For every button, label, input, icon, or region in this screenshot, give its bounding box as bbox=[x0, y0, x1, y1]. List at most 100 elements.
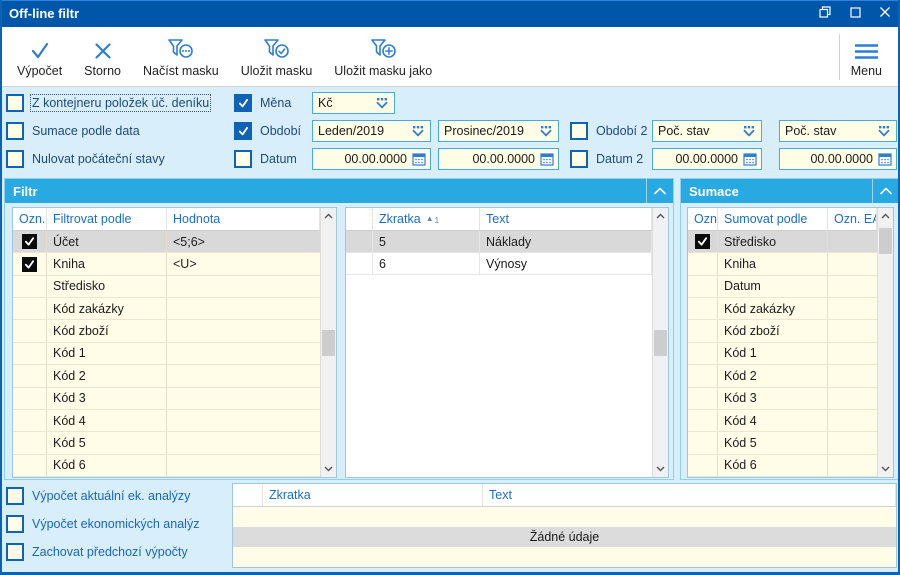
close-button[interactable] bbox=[870, 0, 898, 27]
chevron-up-icon bbox=[654, 187, 666, 195]
table-row[interactable]: Kód 4 bbox=[688, 409, 877, 433]
datum-to-field[interactable]: 00.00.0000 bbox=[438, 148, 559, 170]
mena-combo[interactable]: Kč bbox=[312, 92, 395, 114]
scroll-down-icon[interactable] bbox=[321, 461, 336, 477]
table-row[interactable]: Středisko bbox=[13, 275, 320, 299]
checkbox-vypocet-aktualni-ek-analyzy[interactable]: Výpočet aktuální ek. analýzy bbox=[6, 487, 190, 505]
column-header[interactable]: Ozn. EA bbox=[828, 208, 877, 230]
table-cell bbox=[828, 432, 877, 453]
table-row[interactable]: Kód 2 bbox=[688, 365, 877, 388]
table-row[interactable]: Kód 4 bbox=[13, 409, 320, 433]
menu-button[interactable]: Menu bbox=[840, 27, 898, 86]
dropdown-icon[interactable] bbox=[410, 125, 426, 138]
restore-button[interactable] bbox=[810, 0, 840, 27]
nacist-masku-button[interactable]: Načíst masku bbox=[132, 27, 230, 86]
collapse-button[interactable] bbox=[872, 179, 898, 203]
vertical-scrollbar[interactable] bbox=[652, 208, 668, 477]
dropdown-icon[interactable] bbox=[741, 125, 757, 138]
calendar-icon[interactable] bbox=[540, 152, 554, 166]
scroll-up-icon[interactable] bbox=[321, 208, 336, 224]
checkbox-label: Zachovat předchozí výpočty bbox=[32, 545, 188, 559]
table-row[interactable]: Kód zboží bbox=[688, 320, 877, 343]
checkbox-datum2[interactable]: Datum 2 bbox=[570, 150, 643, 168]
vypocet-button[interactable]: Výpočet bbox=[6, 27, 73, 86]
column-header[interactable] bbox=[346, 208, 373, 230]
column-header[interactable]: Ozn. bbox=[688, 208, 718, 230]
checkbox-obdobi[interactable]: Období bbox=[234, 122, 301, 140]
checkbox-zachovat-predchozi-vypocty[interactable]: Zachovat předchozí výpočty bbox=[6, 543, 188, 561]
table-row[interactable]: Kód 5 bbox=[13, 432, 320, 455]
vertical-scrollbar[interactable] bbox=[320, 208, 336, 477]
checkbox-datum[interactable]: Datum bbox=[234, 150, 297, 168]
vertical-scrollbar[interactable] bbox=[877, 208, 893, 477]
table-row[interactable]: Středisko bbox=[688, 231, 877, 254]
combo-value: Poč. stav bbox=[785, 124, 837, 138]
checkbox-label: Měna bbox=[260, 96, 292, 110]
table-row[interactable]: Kód 1 bbox=[13, 342, 320, 366]
column-header-sorted[interactable]: Zkratka ▲1 bbox=[373, 208, 480, 230]
table-row[interactable]: Kód 5 bbox=[688, 432, 877, 455]
scrollbar-thumb[interactable] bbox=[879, 228, 892, 254]
datum2-to-field[interactable]: 00.00.0000 bbox=[779, 148, 897, 170]
table-row[interactable]: Kód 6 bbox=[13, 454, 320, 477]
table-row[interactable]: Účet <5;6> bbox=[13, 231, 320, 254]
maximize-button[interactable] bbox=[840, 0, 870, 27]
table-row[interactable]: Kód zakázky bbox=[13, 298, 320, 321]
table-cell: Kód 1 bbox=[718, 342, 828, 365]
obdobi-from-combo[interactable]: Leden/2019 bbox=[312, 120, 431, 142]
scroll-up-icon[interactable] bbox=[878, 208, 893, 224]
ulozit-masku-jako-button[interactable]: Uložit masku jako bbox=[323, 27, 443, 86]
datum-from-field[interactable]: 00.00.0000 bbox=[312, 148, 431, 170]
scrollbar-thumb[interactable] bbox=[322, 330, 335, 356]
table-row[interactable]: Kód 6 bbox=[688, 454, 877, 477]
table-row[interactable]: Kód 2 bbox=[13, 365, 320, 388]
column-header[interactable]: Text bbox=[480, 208, 652, 230]
scrollbar-thumb[interactable] bbox=[654, 330, 667, 356]
dropdown-icon[interactable] bbox=[538, 125, 554, 138]
obdobi-to-combo[interactable]: Prosinec/2019 bbox=[438, 120, 559, 142]
table-row[interactable]: Kód 1 bbox=[688, 342, 877, 366]
column-header[interactable]: Hodnota bbox=[167, 208, 320, 230]
checked-icon[interactable] bbox=[22, 256, 37, 272]
checked-icon[interactable] bbox=[22, 234, 37, 250]
column-header[interactable] bbox=[233, 484, 263, 506]
calendar-icon[interactable] bbox=[878, 152, 892, 166]
checkbox-mena[interactable]: Měna bbox=[234, 94, 291, 112]
table-cell bbox=[13, 253, 47, 275]
checkbox-z-kontejneru[interactable]: Z kontejneru položek úč. deníku bbox=[6, 94, 212, 112]
table-cell: <5;6> bbox=[173, 234, 205, 249]
column-header[interactable]: Filtrovat podle bbox=[47, 208, 167, 230]
scroll-down-icon[interactable] bbox=[653, 461, 668, 477]
column-header[interactable]: Zkratka bbox=[263, 484, 483, 506]
checkbox-obdobi2[interactable]: Období 2 bbox=[570, 122, 647, 140]
obdobi2-from-combo[interactable]: Poč. stav bbox=[652, 120, 762, 142]
table-row[interactable]: 5 Náklady bbox=[346, 231, 652, 253]
table-row[interactable]: Kód zakázky bbox=[688, 298, 877, 321]
table-row[interactable]: Kód zboží bbox=[13, 320, 320, 343]
table-row[interactable]: Kniha bbox=[688, 253, 877, 276]
table-row[interactable]: Datum bbox=[688, 275, 877, 299]
checkbox-vypocet-ekonomickych-analyz[interactable]: Výpočet ekonomických analýz bbox=[6, 515, 199, 533]
obdobi2-to-combo[interactable]: Poč. stav bbox=[779, 120, 897, 142]
dropdown-icon[interactable] bbox=[374, 97, 390, 110]
ulozit-masku-button[interactable]: Uložit masku bbox=[230, 27, 324, 86]
storno-button[interactable]: Storno bbox=[73, 27, 132, 86]
table-row[interactable]: Kniha <U> bbox=[13, 253, 320, 276]
checked-icon[interactable] bbox=[695, 234, 710, 250]
datum2-from-field[interactable]: 00.00.0000 bbox=[652, 148, 762, 170]
column-header[interactable]: Ozn. bbox=[13, 208, 47, 230]
scroll-down-icon[interactable] bbox=[878, 461, 893, 477]
empty-row bbox=[233, 547, 896, 567]
table-row[interactable]: Kód 3 bbox=[688, 387, 877, 410]
calendar-icon[interactable] bbox=[743, 152, 757, 166]
collapse-button[interactable] bbox=[646, 179, 673, 203]
column-header[interactable]: Text bbox=[483, 484, 896, 506]
checkbox-nulovat-pocatecni-stavy[interactable]: Nulovat počáteční stavy bbox=[6, 150, 165, 168]
dropdown-icon[interactable] bbox=[876, 125, 892, 138]
scroll-up-icon[interactable] bbox=[653, 208, 668, 224]
calendar-icon[interactable] bbox=[412, 152, 426, 166]
checkbox-sumace-podle-data[interactable]: Sumace podle data bbox=[6, 122, 140, 140]
table-row[interactable]: Kód 3 bbox=[13, 387, 320, 410]
table-row[interactable]: 6 Výnosy bbox=[346, 253, 652, 275]
column-header[interactable]: Sumovat podle bbox=[718, 208, 828, 230]
